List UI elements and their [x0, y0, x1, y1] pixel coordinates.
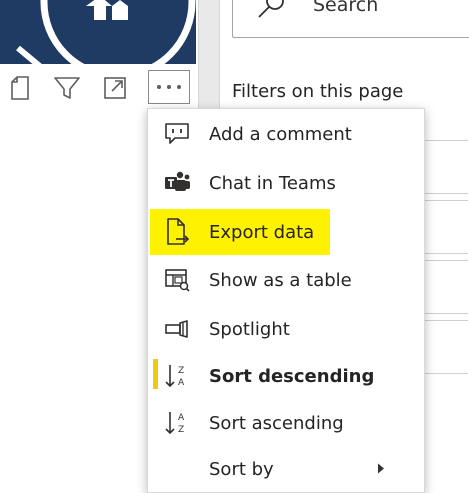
svg-text:A: A — [178, 413, 185, 423]
svg-text:A: A — [178, 378, 185, 388]
copy-visual-button[interactable] — [4, 72, 36, 104]
spotlight-icon — [163, 315, 191, 343]
menu-item-add-comment[interactable]: Add a comment — [148, 111, 424, 157]
svg-text:Z: Z — [178, 366, 184, 376]
search-box[interactable] — [232, 0, 469, 38]
menu-item-label: Add a comment — [209, 123, 352, 145]
report-visual — [0, 0, 198, 108]
screen: Filters on this page Add a comment — [0, 0, 469, 493]
menu-item-sort-descending[interactable]: Z A Sort descending — [148, 353, 424, 399]
focus-mode-button[interactable] — [98, 72, 132, 104]
copy-icon — [11, 76, 29, 100]
table-icon — [163, 266, 191, 294]
more-options-icon — [157, 85, 181, 89]
svg-text:Z: Z — [178, 425, 184, 435]
menu-item-show-as-table[interactable]: Show as a table — [148, 257, 424, 303]
export-icon — [163, 218, 191, 246]
search-icon — [253, 0, 287, 25]
menu-item-label: Show as a table — [209, 269, 352, 291]
menu-item-label: Sort by — [209, 458, 274, 480]
menu-item-spotlight[interactable]: Spotlight — [148, 306, 424, 352]
filter-icon — [54, 77, 80, 99]
menu-item-chat-in-teams[interactable]: Chat in Teams — [148, 160, 424, 206]
menu-item-label: Spotlight — [209, 318, 290, 340]
menu-item-label: Chat in Teams — [209, 172, 336, 194]
visual-header-toolbar — [0, 66, 198, 108]
visual-image — [0, 0, 196, 64]
focus-mode-icon — [104, 77, 126, 99]
search-input[interactable] — [313, 0, 463, 17]
menu-item-label: Export data — [209, 221, 315, 243]
menu-item-export-data[interactable]: Export data — [148, 209, 424, 255]
chevron-right-icon — [377, 460, 385, 479]
filter-button[interactable] — [50, 72, 84, 104]
visual-context-menu: Add a comment Chat in Teams Export data … — [147, 108, 425, 493]
more-options-button[interactable] — [148, 70, 190, 104]
visual-graphic — [16, 0, 196, 64]
menu-item-label: Sort descending — [209, 365, 375, 387]
comment-icon — [163, 120, 191, 148]
menu-item-sort-by[interactable]: Sort by — [148, 446, 424, 492]
teams-icon — [163, 169, 191, 197]
filters-on-page-title: Filters on this page — [232, 81, 404, 102]
sort-ascending-icon: A Z — [163, 409, 191, 437]
menu-item-label: Sort ascending — [209, 412, 344, 434]
sort-descending-icon: Z A — [163, 362, 191, 390]
menu-item-sort-ascending[interactable]: A Z Sort ascending — [148, 400, 424, 446]
